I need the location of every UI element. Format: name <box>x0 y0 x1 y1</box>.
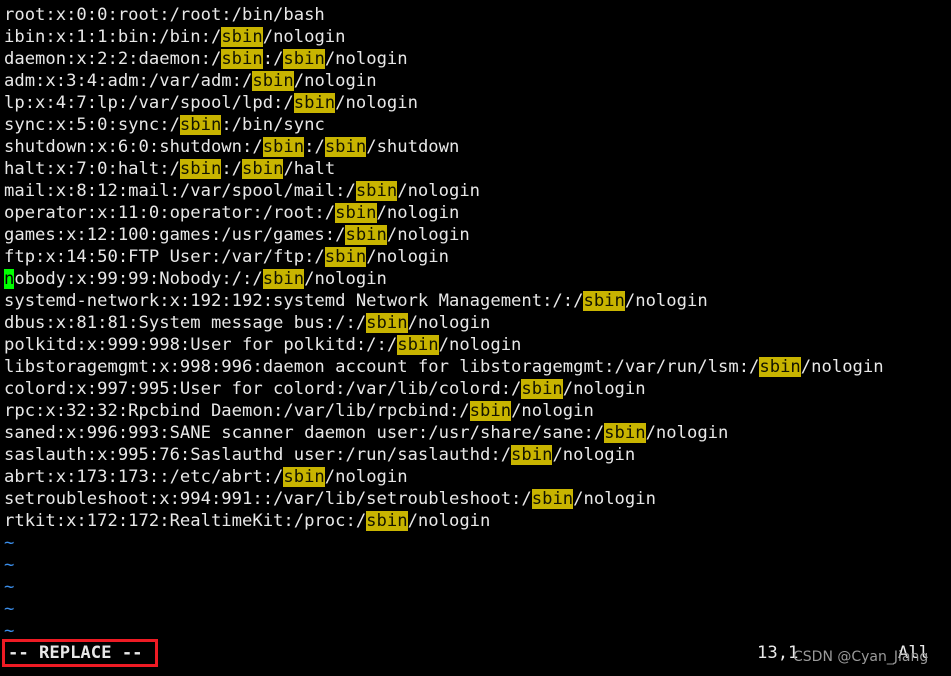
search-match-highlight: sbin <box>221 49 263 69</box>
empty-line-marker: ~ <box>4 621 15 641</box>
buffer-line[interactable]: halt:x:7:0:halt:/sbin:/sbin/halt <box>4 158 951 180</box>
buffer-line[interactable]: lp:x:4:7:lp:/var/spool/lpd:/sbin/nologin <box>4 92 951 114</box>
csdn-watermark: CSDN @Cyan_Jiang <box>793 649 929 665</box>
search-match-highlight: sbin <box>511 445 553 465</box>
buffer-line[interactable]: setroubleshoot:x:994:991::/var/lib/setro… <box>4 488 951 510</box>
terminal-window: root:x:0:0:root:/root:/bin/bash ibin:x:1:… <box>0 0 951 676</box>
empty-line-marker: ~ <box>4 599 15 619</box>
buffer-line[interactable]: dbus:x:81:81:System message bus:/:/sbin/… <box>4 312 951 334</box>
search-match-highlight: sbin <box>759 357 801 377</box>
empty-line-marker: ~ <box>4 577 15 597</box>
buffer-line[interactable]: nobody:x:99:99:Nobody:/:/sbin/nologin <box>4 268 951 290</box>
search-match-highlight: sbin <box>366 511 408 531</box>
vim-mode-indicator: -- REPLACE -- <box>8 643 143 663</box>
search-match-highlight: sbin <box>469 401 512 421</box>
buffer-line[interactable]: root:x:0:0:root:/root:/bin/bash <box>4 4 951 26</box>
search-match-highlight: sbin <box>262 137 305 157</box>
buffer-line[interactable]: games:x:12:100:games:/usr/games:/sbin/no… <box>4 224 951 246</box>
search-match-highlight: sbin <box>179 159 222 179</box>
search-match-highlight: sbin <box>397 335 439 355</box>
search-match-highlight: sbin <box>335 203 377 223</box>
search-match-highlight: sbin <box>283 49 325 69</box>
buffer-line[interactable]: abrt:x:173:173::/etc/abrt:/sbin/nologin <box>4 466 951 488</box>
search-match-highlight: sbin <box>521 379 563 399</box>
buffer-line[interactable]: mail:x:8:12:mail:/var/spool/mail:/sbin/n… <box>4 180 951 202</box>
buffer-line[interactable]: saned:x:996:993:SANE scanner daemon user… <box>4 422 951 444</box>
buffer-line[interactable]: saslauth:x:995:76:Saslauthd user:/run/sa… <box>4 444 951 466</box>
search-match-highlight: sbin <box>262 269 305 289</box>
buffer-line[interactable]: ibin:x:1:1:bin:/bin:/sbin/nologin <box>4 26 951 48</box>
empty-line-marker: ~ <box>4 533 15 553</box>
text-cursor: n <box>4 269 15 289</box>
search-match-highlight: sbin <box>345 225 387 245</box>
buffer-line[interactable]: ftp:x:14:50:FTP User:/var/ftp:/sbin/nolo… <box>4 246 951 268</box>
search-match-highlight: sbin <box>324 247 367 267</box>
search-match-highlight: sbin <box>293 93 336 113</box>
buffer-line[interactable]: polkitd:x:999:998:User for polkitd:/:/sb… <box>4 334 951 356</box>
buffer-line[interactable]: rtkit:x:172:172:RealtimeKit:/proc:/sbin/… <box>4 510 951 532</box>
buffer-line[interactable]: systemd-network:x:192:192:systemd Networ… <box>4 290 951 312</box>
search-match-highlight: sbin <box>355 181 398 201</box>
buffer-line[interactable]: rpc:x:32:32:Rpcbind Daemon:/var/lib/rpcb… <box>4 400 951 422</box>
search-match-highlight: sbin <box>252 71 294 91</box>
buffer-line[interactable]: colord:x:997:995:User for colord:/var/li… <box>4 378 951 400</box>
search-match-highlight: sbin <box>583 291 625 311</box>
search-match-highlight: sbin <box>283 467 325 487</box>
search-match-highlight: sbin <box>531 489 574 509</box>
buffer-line[interactable]: sync:x:5:0:sync:/sbin:/bin/sync <box>4 114 951 136</box>
buffer-line[interactable]: daemon:x:2:2:daemon:/sbin:/sbin/nologin <box>4 48 951 70</box>
search-match-highlight: sbin <box>242 159 284 179</box>
search-match-highlight: sbin <box>366 313 408 333</box>
search-match-highlight: sbin <box>324 137 367 157</box>
buffer-line[interactable]: operator:x:11:0:operator:/root:/sbin/nol… <box>4 202 951 224</box>
search-match-highlight: sbin <box>604 423 646 443</box>
buffer-line[interactable]: shutdown:x:6:0:shutdown:/sbin:/sbin/shut… <box>4 136 951 158</box>
empty-line-marker: ~ <box>4 555 15 575</box>
search-match-highlight: sbin <box>179 115 222 135</box>
buffer-line[interactable]: libstoragemgmt:x:998:996:daemon account … <box>4 356 951 378</box>
vim-text-buffer[interactable]: root:x:0:0:root:/root:/bin/bash ibin:x:1:… <box>4 4 951 642</box>
buffer-line[interactable]: adm:x:3:4:adm:/var/adm:/sbin/nologin <box>4 70 951 92</box>
search-match-highlight: sbin <box>221 27 263 47</box>
